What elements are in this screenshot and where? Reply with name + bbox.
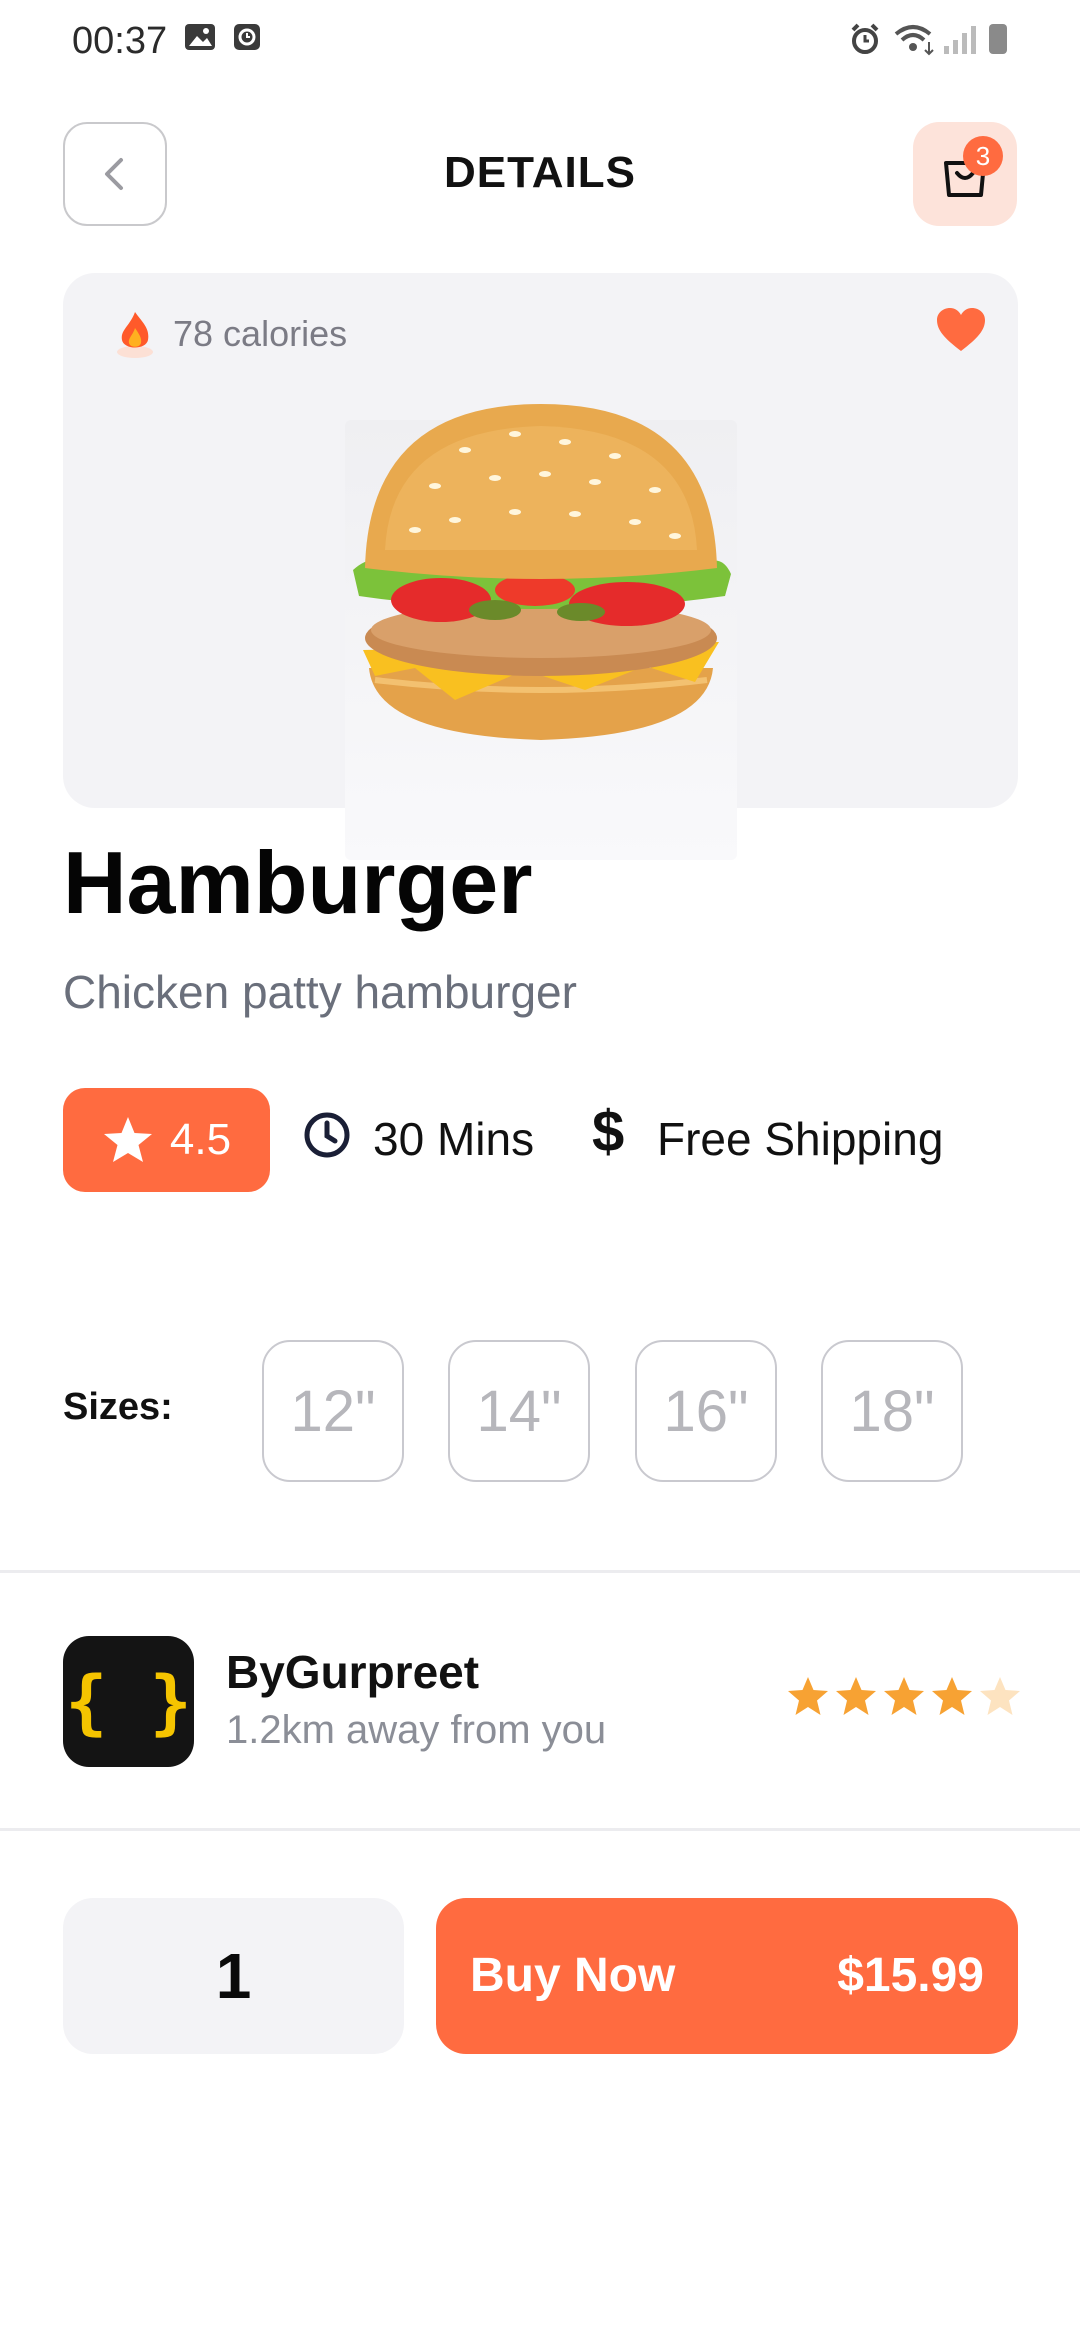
hamburger-image (353, 404, 731, 740)
star-icon (884, 1677, 924, 1715)
cart-button[interactable] (913, 122, 1017, 226)
quantity-field[interactable]: 1 (63, 1898, 404, 2054)
divider (0, 1570, 1080, 1573)
clock-icon (304, 1112, 350, 1158)
calories-label: 78 calories (173, 313, 348, 354)
seller-name[interactable]: ByGurpreet (226, 1645, 479, 1699)
rating-value: 4.5 (169, 1115, 232, 1164)
product-description: Chicken patty hamburger (63, 966, 577, 1018)
cart-count-badge: 3 (963, 136, 1003, 176)
buy-now-label: Buy Now (470, 1949, 676, 2002)
size-option-18[interactable]: 18" (821, 1340, 963, 1482)
seller-rating-stars (786, 1675, 1022, 1717)
clock-app-icon (234, 24, 260, 50)
gallery-icon (185, 24, 215, 50)
size-option-12[interactable]: 12" (262, 1340, 404, 1482)
prep-time: 30 Mins (373, 1113, 535, 1165)
rating-chip: 4.5 (63, 1088, 270, 1192)
price-label: $15.99 (837, 1949, 984, 2002)
star-icon (788, 1677, 828, 1715)
dollar-icon: $ (592, 1099, 625, 1164)
seller-logo[interactable]: { } (63, 1636, 194, 1767)
battery-icon (989, 24, 1007, 54)
sizes-label: Sizes: (63, 1386, 173, 1428)
star-icon (836, 1677, 876, 1715)
size-option-16[interactable]: 16" (635, 1340, 777, 1482)
heart-icon[interactable] (934, 305, 988, 355)
star-icon (103, 1117, 152, 1162)
signal-icon (944, 26, 976, 54)
star-half-icon (980, 1677, 1020, 1715)
divider (0, 1828, 1080, 1831)
wifi-icon (894, 25, 934, 56)
shipping-label: Free Shipping (657, 1113, 944, 1165)
fire-icon (117, 312, 153, 358)
product-name: Hamburger (63, 833, 533, 932)
seller-distance: 1.2km away from you (226, 1708, 607, 1752)
size-option-14[interactable]: 14" (448, 1340, 590, 1482)
status-time: 00:37 (72, 20, 168, 62)
alarm-icon (851, 23, 879, 54)
buy-now-button[interactable]: Buy Now $15.99 (436, 1898, 1018, 2054)
star-icon (932, 1677, 972, 1715)
